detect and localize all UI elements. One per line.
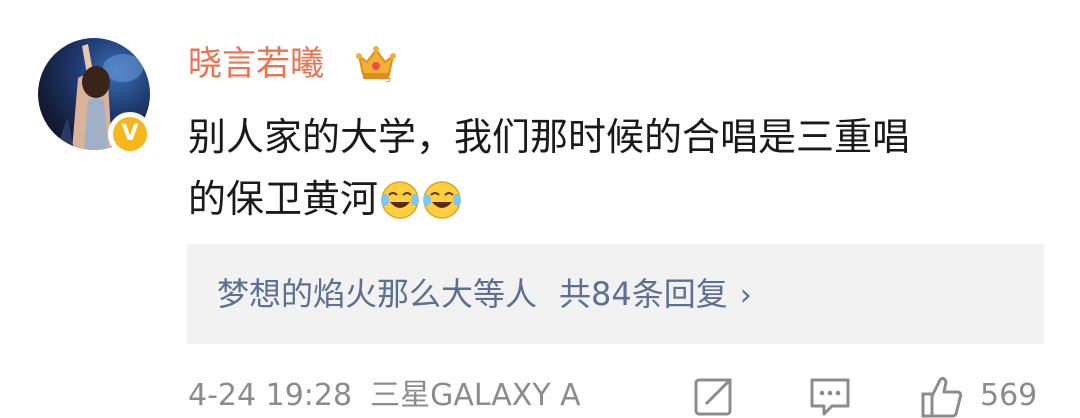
reply-preview-text[interactable]: 梦想的焰火那么大等人 共84条回复 › xyxy=(217,272,752,318)
reply-preview[interactable]: 梦想的焰火那么大等人 共84条回复 › xyxy=(187,244,1044,344)
laugh-cry-emoji-icon xyxy=(381,181,420,219)
comment-line-2-text: 的保卫黄河 xyxy=(188,177,379,221)
repost-icon[interactable] xyxy=(692,374,736,418)
comment-icon[interactable] xyxy=(808,374,852,418)
comment-line-1: 别人家的大学，我们那时候的合唱是三重唱 xyxy=(188,115,911,159)
verified-badge-icon: V xyxy=(108,112,152,156)
device-label: 三星GALAXY A xyxy=(370,378,581,413)
reply-author[interactable]: 梦想的焰火那么大等人 xyxy=(217,275,537,313)
comment-line-2: 的保卫黄河 xyxy=(188,168,1058,230)
crown-icon: 5 xyxy=(356,46,396,84)
username[interactable]: 晓言若曦 xyxy=(188,40,324,88)
comment-text: 别人家的大学，我们那时候的合唱是三重唱 的保卫黄河 xyxy=(188,106,1058,230)
timestamp: 4-24 19:28 xyxy=(188,378,353,413)
laugh-cry-emoji-icon xyxy=(423,181,462,219)
avatar[interactable]: V xyxy=(38,38,154,156)
reply-count[interactable]: 共84条回复 xyxy=(559,275,728,313)
svg-text:5: 5 xyxy=(385,74,391,84)
like-count: 569 xyxy=(980,378,1038,413)
like-icon[interactable] xyxy=(920,374,964,418)
chevron-right-icon: › xyxy=(739,278,752,313)
comment-meta: 4-24 19:28 三星GALAXY A xyxy=(188,376,581,416)
